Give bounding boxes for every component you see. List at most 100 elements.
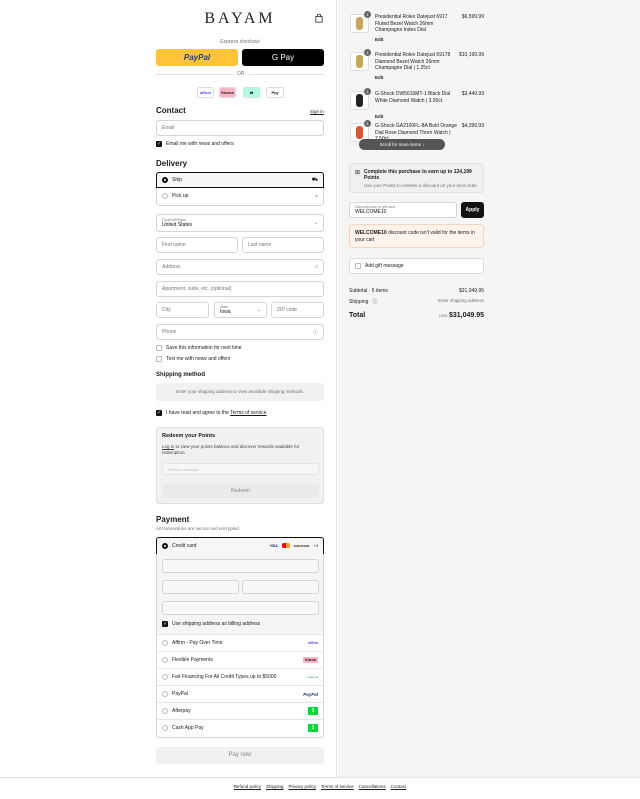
help-icon[interactable]: ⓘ bbox=[313, 329, 318, 336]
radio[interactable] bbox=[162, 640, 168, 646]
save-info-row[interactable]: Save this information for next time bbox=[156, 345, 242, 351]
apartment-field[interactable]: Apartment, suite, etc. (optional) bbox=[156, 281, 324, 297]
expiry-field[interactable] bbox=[162, 580, 239, 594]
payment-brand-icon: $ bbox=[308, 707, 318, 715]
edit-item-link[interactable]: Edit bbox=[375, 37, 384, 42]
payment-option[interactable]: Afterpay $ bbox=[157, 702, 323, 719]
radio[interactable] bbox=[162, 192, 168, 199]
shipping-label-row: Shipping ⓘ bbox=[349, 298, 377, 306]
radio-selected[interactable] bbox=[162, 542, 168, 549]
edit-item-link[interactable]: Edit bbox=[375, 114, 384, 119]
last-name-field[interactable]: Last name bbox=[242, 237, 324, 253]
klarna-chip[interactable]: Klarna bbox=[219, 87, 236, 98]
radio-selected[interactable] bbox=[162, 177, 168, 183]
first-name-placeholder: First name bbox=[162, 242, 186, 248]
help-icon[interactable]: ⓘ bbox=[372, 298, 377, 305]
checkbox-checked[interactable]: ✓ bbox=[156, 410, 162, 416]
store-logo[interactable]: BAYAM bbox=[156, 10, 324, 28]
quantity-badge: 1 bbox=[364, 120, 371, 127]
sign-in-link[interactable]: Sign in bbox=[310, 109, 324, 114]
footer-link[interactable]: Cancellations bbox=[359, 784, 386, 789]
last-name-placeholder: Last name bbox=[248, 242, 272, 248]
checkbox-checked[interactable]: ✓ bbox=[156, 141, 162, 147]
zip-field[interactable]: ZIP code bbox=[271, 302, 324, 318]
payment-option[interactable]: Fair Financing For All Credit Types up t… bbox=[157, 668, 323, 685]
redeem-points-panel: Redeem your Points Log in to view your p… bbox=[156, 427, 324, 504]
afterpay-chip-icon[interactable]: ⇄ bbox=[243, 87, 260, 98]
discount-code-field[interactable]: Discount code or gift card WELCOME10 bbox=[349, 202, 457, 218]
terms-row[interactable]: ✓ I have read and agree to the Terms of s… bbox=[156, 410, 267, 416]
arrow-down-icon: ↓ bbox=[422, 142, 425, 147]
checkbox[interactable] bbox=[156, 345, 162, 351]
express-checkout-title: Express checkout bbox=[220, 39, 260, 45]
city-field[interactable]: City bbox=[156, 302, 209, 318]
apply-button[interactable]: Apply bbox=[461, 202, 484, 218]
phone-field[interactable]: Phone ⓘ bbox=[156, 324, 324, 340]
checkbox[interactable] bbox=[156, 356, 162, 362]
product-thumbnail: 1 bbox=[350, 49, 371, 71]
product-thumbnail: 1 bbox=[350, 11, 371, 33]
security-code-field[interactable] bbox=[242, 580, 319, 594]
checkbox-checked[interactable]: ✓ bbox=[162, 621, 168, 627]
email-field[interactable]: Email bbox=[156, 120, 324, 136]
radio[interactable] bbox=[162, 708, 168, 714]
text-me-row[interactable]: Text me with news and offers bbox=[156, 356, 230, 362]
radio[interactable] bbox=[162, 657, 168, 663]
payment-brand-icon: affirm bbox=[308, 641, 318, 645]
currency-label: USD bbox=[439, 313, 448, 318]
checkout-main: BAYAM Express checkout PayPal G Pay OR a… bbox=[0, 0, 337, 777]
state-select[interactable]: State Iowa ⌄ bbox=[214, 302, 267, 318]
apple-pay-chip[interactable]: Pay bbox=[266, 87, 284, 98]
pickup-label: Pick up bbox=[172, 192, 189, 199]
watch-image bbox=[356, 55, 363, 68]
scroll-more-pill[interactable]: Scroll for more items ↓ bbox=[359, 139, 445, 150]
payment-option[interactable]: Affirm - Pay Over Time affirm bbox=[157, 634, 323, 651]
payment-option[interactable]: PayPal PayPal bbox=[157, 685, 323, 702]
pay-now-button[interactable]: Pay now bbox=[156, 747, 324, 764]
checkbox[interactable] bbox=[355, 263, 361, 269]
first-name-field[interactable]: First name bbox=[156, 237, 238, 253]
payment-option-label: Cash App Pay bbox=[172, 725, 204, 731]
credit-card-label: Credit card bbox=[172, 542, 197, 549]
radio[interactable] bbox=[162, 725, 168, 731]
card-number-field[interactable] bbox=[162, 559, 319, 573]
gift-icon: ⊞ bbox=[355, 170, 361, 176]
edit-item-link[interactable]: Edit bbox=[375, 75, 384, 80]
footer-link[interactable]: Refund policy bbox=[234, 784, 261, 789]
footer-link[interactable]: Shipping bbox=[266, 784, 284, 789]
name-on-card-field[interactable] bbox=[162, 601, 319, 615]
payment-subtitle: All transactions are secure and encrypte… bbox=[156, 526, 241, 531]
credit-card-option[interactable]: Credit card VISA DISCOVER +3 bbox=[156, 537, 324, 554]
ship-option[interactable]: Ship ⛟ bbox=[156, 172, 324, 188]
country-select[interactable]: Country/Region United States ⌄ bbox=[156, 214, 324, 232]
pickup-option[interactable]: Pick up ⌂ bbox=[157, 187, 323, 204]
footer-divider bbox=[0, 777, 640, 778]
radio[interactable] bbox=[162, 674, 168, 680]
payment-option[interactable]: Cash App Pay $ bbox=[157, 719, 323, 736]
quantity-badge: 1 bbox=[364, 88, 371, 95]
discount-select[interactable]: Select a discount bbox=[162, 463, 319, 475]
payment-brand-icon: katapult bbox=[307, 675, 318, 679]
login-link[interactable]: Log in bbox=[162, 444, 174, 449]
footer-link[interactable]: Terms of service bbox=[321, 784, 354, 789]
billing-checkbox-row[interactable]: ✓ Use shipping address as billing address bbox=[162, 621, 260, 627]
points-promo-sub: Use your Points to redeem a discount on … bbox=[364, 183, 478, 188]
footer-link[interactable]: Privacy policy bbox=[288, 784, 316, 789]
gift-message-row[interactable]: Add gift message bbox=[349, 258, 484, 274]
footer-link[interactable]: Contact bbox=[391, 784, 407, 789]
watch-image bbox=[356, 17, 363, 30]
gpay-express-button[interactable]: G Pay bbox=[242, 49, 324, 66]
payment-option[interactable]: Flexible Payments Klarna bbox=[157, 651, 323, 668]
points-promo: ⊞ Complete this purchase to earn up to 1… bbox=[349, 163, 484, 193]
news-checkbox-row[interactable]: ✓ Email me with news and offers bbox=[156, 141, 234, 147]
radio[interactable] bbox=[162, 691, 168, 697]
paypal-logo: PayPal bbox=[183, 53, 211, 62]
apple-pay-label: Pay bbox=[271, 90, 279, 95]
paypal-express-button[interactable]: PayPal bbox=[156, 49, 238, 66]
redeem-button[interactable]: Redeem bbox=[162, 484, 319, 498]
cart-bag-icon[interactable] bbox=[315, 14, 323, 23]
terms-link[interactable]: Terms of service bbox=[230, 410, 266, 416]
affirm-chip[interactable]: affirm bbox=[197, 87, 214, 98]
total-value-row: USD $31,049.95 bbox=[410, 312, 484, 319]
address-field[interactable]: Address ⌕ bbox=[156, 259, 324, 275]
